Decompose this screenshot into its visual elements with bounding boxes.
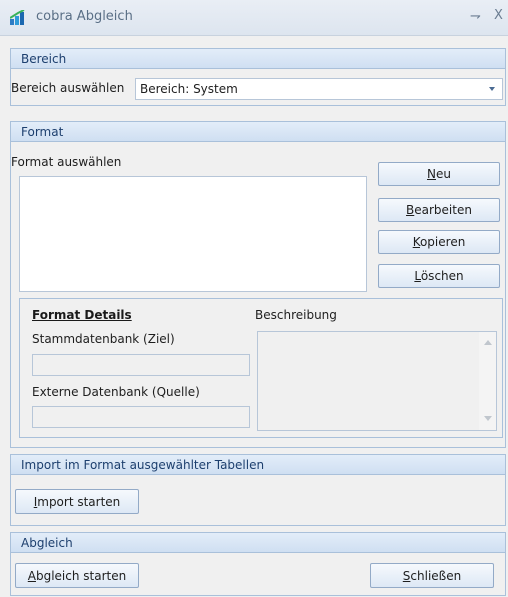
format-details-title: Format Details <box>32 308 132 322</box>
bereich-group: Bereich Bereich auswählen Bereich: Syste… <box>10 48 506 106</box>
bereich-selected-value: Bereich: System <box>140 82 238 96</box>
new-button-label: eu <box>435 167 451 181</box>
format-list[interactable] <box>19 176 367 292</box>
bereich-dropdown[interactable]: Bereich: System <box>135 78 503 100</box>
close-button[interactable]: Schließen <box>370 563 494 588</box>
abgleich-group: Abgleich Abgleich starten Schließen <box>10 532 506 596</box>
beschreibung-scrollbar[interactable] <box>479 332 496 430</box>
beschreibung-label: Beschreibung <box>255 308 337 322</box>
bereich-header: Bereich <box>11 49 505 69</box>
delete-button-label: öschen <box>420 269 464 283</box>
abgleich-header: Abgleich <box>11 533 505 553</box>
abgleich-button-label: bgleich starten <box>35 569 127 583</box>
close-icon[interactable]: X <box>494 8 503 23</box>
bereich-select-label: Bereich auswählen <box>11 81 125 95</box>
title-bar: cobra Abgleich ⇁ X <box>0 0 508 36</box>
beschreibung-textarea[interactable] <box>257 331 497 431</box>
abgleich-button-mnemonic: A <box>27 569 36 583</box>
externe-datenbank-label: Externe Datenbank (Quelle) <box>32 385 200 399</box>
abgleich-start-button[interactable]: Abgleich starten <box>15 563 139 588</box>
edit-button-label: earbeiten <box>414 203 472 217</box>
import-start-button[interactable]: Import starten <box>15 489 139 514</box>
window-title: cobra Abgleich <box>36 9 133 24</box>
pin-icon[interactable]: ⇁ <box>470 9 481 24</box>
format-list-label: Format auswählen <box>11 155 122 169</box>
copy-button-mnemonic: K <box>412 235 420 249</box>
import-button-label: mport starten <box>37 495 121 509</box>
copy-button-label: opieren <box>419 235 466 249</box>
chevron-down-icon[interactable] <box>489 87 495 91</box>
import-group: Import im Format ausgewählter Tabellen I… <box>10 454 506 526</box>
copy-button[interactable]: Kopieren <box>378 230 500 254</box>
format-header: Format <box>11 122 505 142</box>
externe-datenbank-field <box>32 406 250 428</box>
cobra-app-icon <box>10 10 25 25</box>
format-group: Format Format auswählen Neu Bearbeiten K… <box>10 121 506 448</box>
close-button-label: chließen <box>410 569 462 583</box>
delete-button[interactable]: Löschen <box>378 264 500 288</box>
new-button[interactable]: Neu <box>378 162 500 186</box>
edit-button[interactable]: Bearbeiten <box>378 198 500 222</box>
import-header: Import im Format ausgewählter Tabellen <box>11 455 505 475</box>
format-details-panel: Format Details Stammdatenbank (Ziel) Ext… <box>19 298 503 438</box>
stammdatenbank-label: Stammdatenbank (Ziel) <box>32 332 175 346</box>
stammdatenbank-field <box>32 354 250 376</box>
scroll-up-icon[interactable] <box>484 340 492 345</box>
scroll-down-icon[interactable] <box>484 416 492 421</box>
new-button-mnemonic: N <box>427 167 436 181</box>
